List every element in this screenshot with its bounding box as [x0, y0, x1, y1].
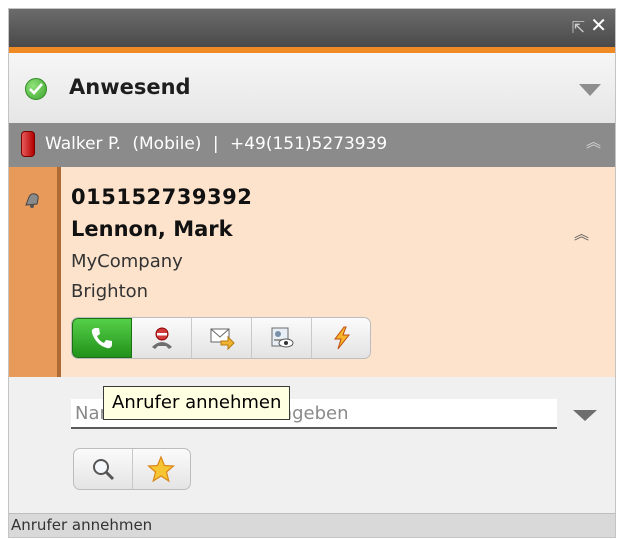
- status-bar: Anrufer annehmen: [9, 513, 615, 537]
- caller-city: Brighton: [71, 281, 149, 302]
- phone-answer-icon: [91, 328, 112, 349]
- caller-number: 015152739392: [71, 185, 253, 209]
- app-window: ⇱ ✕ Anwesend Walker P. (Mobile) | +49(15…: [8, 8, 616, 538]
- reject-call-button[interactable]: [132, 318, 192, 358]
- magnifier-icon: [93, 459, 115, 481]
- caller-name: Lennon, Mark: [71, 217, 233, 241]
- restore-icon[interactable]: ⇱: [572, 18, 585, 38]
- collapse-card-icon[interactable]: ︽: [574, 223, 589, 244]
- call-contact-name: Walker P.: [45, 134, 121, 154]
- mail-forward-icon: [210, 328, 235, 351]
- lightning-button[interactable]: [312, 318, 370, 358]
- search-button[interactable]: [74, 449, 133, 489]
- title-bar: ⇱ ✕: [9, 9, 615, 47]
- active-call-info: Walker P. (Mobile) | +49(151)5273939: [45, 134, 393, 154]
- contact-view-button[interactable]: [252, 318, 312, 358]
- incoming-call-card: 015152739392 Lennon, Mark MyCompany Brig…: [9, 167, 615, 377]
- forward-mail-button[interactable]: [192, 318, 252, 358]
- check-icon: [25, 78, 47, 100]
- star-icon: [147, 455, 175, 483]
- caller-company: MyCompany: [71, 251, 183, 272]
- active-call-row[interactable]: Walker P. (Mobile) | +49(151)5273939 ︽: [9, 123, 615, 167]
- contact-eye-icon: [271, 327, 293, 348]
- call-action-bar: [71, 317, 371, 359]
- chevron-down-icon[interactable]: [579, 84, 601, 96]
- close-icon[interactable]: ✕: [590, 15, 607, 35]
- hangup-icon: [151, 327, 172, 349]
- call-device: (Mobile): [132, 134, 202, 154]
- search-dropdown-icon[interactable]: [573, 410, 597, 421]
- call-separator: |: [212, 134, 219, 154]
- bell-icon: [25, 193, 39, 208]
- collapse-icon[interactable]: ︽: [586, 135, 601, 150]
- presence-label: Anwesend: [69, 75, 191, 99]
- busy-indicator-icon: [21, 131, 35, 157]
- answer-call-button[interactable]: [72, 318, 132, 358]
- presence-selector[interactable]: Anwesend: [9, 53, 615, 124]
- search-tool-bar: [73, 448, 191, 490]
- call-number: +49(151)5273939: [229, 134, 388, 154]
- favorites-button[interactable]: [132, 449, 190, 489]
- tooltip: Anrufer annehmen: [103, 386, 291, 420]
- lightning-icon: [334, 326, 351, 350]
